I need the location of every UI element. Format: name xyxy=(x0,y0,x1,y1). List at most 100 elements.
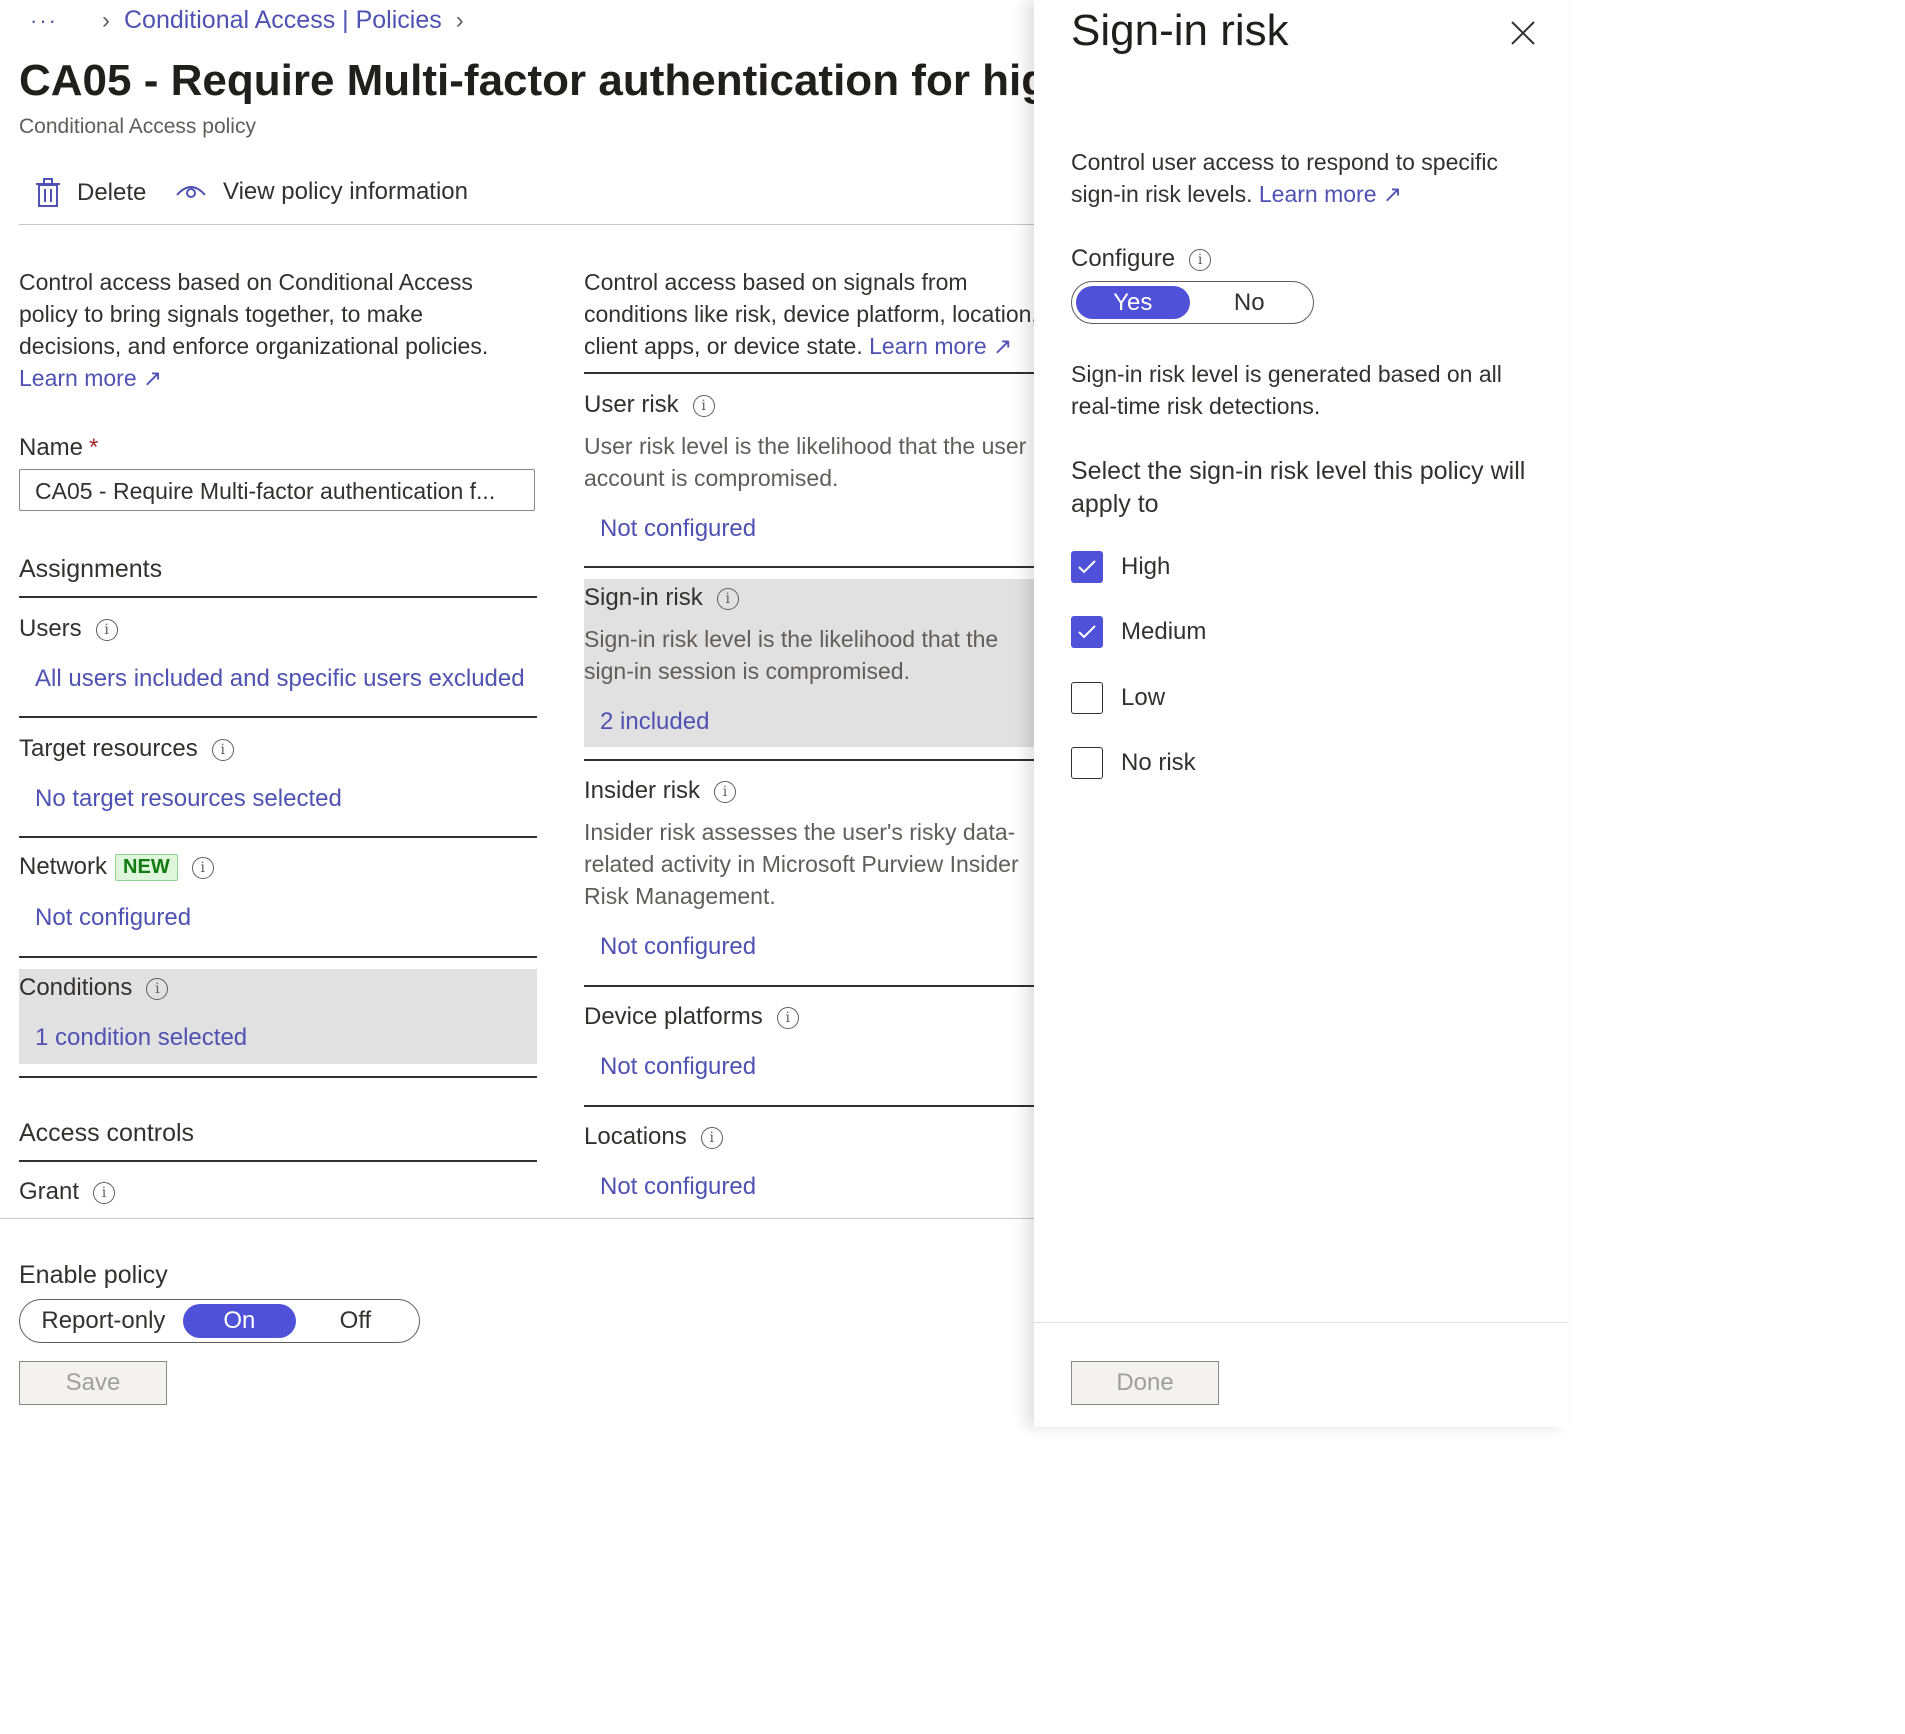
divider xyxy=(584,566,1034,568)
chevron-right-icon: › xyxy=(101,6,110,34)
delete-button[interactable]: Delete xyxy=(35,178,146,208)
grant-label: Grant i xyxy=(19,1178,116,1206)
insider-risk-value-link[interactable]: Not configured xyxy=(600,933,756,961)
select-risk-level-text: Select the sign-in risk level this polic… xyxy=(1071,457,1526,518)
checkbox-unchecked[interactable] xyxy=(1071,747,1103,779)
conditions-value-link[interactable]: 1 condition selected xyxy=(35,1024,247,1052)
divider xyxy=(584,985,1034,987)
footer-divider xyxy=(0,1218,1034,1219)
info-icon[interactable]: i xyxy=(146,977,169,1000)
risk-level-medium-label: Medium xyxy=(1121,618,1207,645)
info-icon[interactable]: i xyxy=(1189,248,1212,271)
policy-description-text: Control access based on Conditional Acce… xyxy=(19,269,489,359)
divider xyxy=(19,836,537,838)
new-badge: NEW xyxy=(115,854,178,882)
policy-description: Control access based on Conditional Acce… xyxy=(19,266,529,394)
risk-level-high-label: High xyxy=(1121,553,1171,580)
eye-icon xyxy=(176,186,206,198)
access-controls-heading: Access controls xyxy=(19,1119,195,1147)
info-icon[interactable]: i xyxy=(714,780,737,803)
signin-risk-label: Sign-in risk i xyxy=(584,584,739,612)
checkbox-checked[interactable] xyxy=(1071,551,1103,583)
user-risk-value-link[interactable]: Not configured xyxy=(600,515,756,543)
external-link-icon: ↗ xyxy=(1382,181,1403,207)
info-icon[interactable]: i xyxy=(95,618,118,641)
locations-label: Locations i xyxy=(584,1123,723,1151)
risk-level-no-risk-checkbox[interactable]: No risk xyxy=(1071,747,1196,779)
risk-level-no-risk-label: No risk xyxy=(1121,749,1196,776)
learn-more-link[interactable]: Learn more ↗ xyxy=(19,365,162,391)
users-label-text: Users xyxy=(19,615,82,642)
configure-yes-option[interactable]: Yes xyxy=(1076,286,1190,319)
trash-icon xyxy=(36,178,60,207)
info-icon[interactable]: i xyxy=(191,856,214,879)
view-policy-info-label: View policy information xyxy=(223,178,469,205)
learn-more-link[interactable]: Learn more ↗ xyxy=(869,333,1012,359)
external-link-icon: ↗ xyxy=(143,365,163,391)
device-platforms-value-link[interactable]: Not configured xyxy=(600,1053,756,1081)
command-bar: Delete View policy information xyxy=(19,168,1034,225)
insider-risk-description: Insider risk assesses the user's risky d… xyxy=(584,819,1019,909)
learn-more-label: Learn more xyxy=(1258,181,1377,207)
signin-risk-description: Sign-in risk level is the likelihood tha… xyxy=(584,626,999,684)
insider-risk-label: Insider risk i xyxy=(584,777,737,805)
breadcrumb-link-policies[interactable]: Conditional Access | Policies xyxy=(124,6,442,35)
breadcrumb: ··· › Conditional Access | Policies › xyxy=(30,6,478,35)
enable-policy-label: Enable policy xyxy=(19,1261,168,1289)
info-icon[interactable]: i xyxy=(692,394,715,417)
conditions-label: Conditions i xyxy=(19,974,169,1002)
info-icon[interactable]: i xyxy=(776,1006,799,1029)
name-input[interactable]: CA05 - Require Multi-factor authenticati… xyxy=(19,469,535,511)
close-icon[interactable] xyxy=(1510,20,1536,46)
assignments-heading: Assignments xyxy=(19,555,163,583)
user-risk-label-text: User risk xyxy=(584,391,679,418)
locations-label-text: Locations xyxy=(584,1123,687,1150)
external-link-icon: ↗ xyxy=(993,333,1013,359)
view-policy-info-button[interactable]: View policy information xyxy=(175,178,468,206)
enable-policy-toggle[interactable]: Report-only On Off xyxy=(19,1299,420,1343)
required-asterisk: * xyxy=(89,434,99,461)
learn-more-link[interactable]: Learn more ↗ xyxy=(1259,181,1402,207)
divider xyxy=(19,956,537,958)
device-platforms-label-text: Device platforms xyxy=(584,1003,763,1030)
users-value-link[interactable]: All users included and specific users ex… xyxy=(35,665,525,693)
learn-more-label: Learn more xyxy=(19,365,137,391)
configure-no-option[interactable]: No xyxy=(1190,286,1309,319)
done-button[interactable]: Done xyxy=(1071,1361,1219,1405)
info-icon[interactable]: i xyxy=(211,738,234,761)
network-label-text: Network xyxy=(19,853,108,880)
target-resources-label-text: Target resources xyxy=(19,735,198,762)
configure-label: Configure i xyxy=(1071,245,1212,273)
users-label: Users i xyxy=(19,615,118,643)
locations-value-link[interactable]: Not configured xyxy=(600,1173,756,1201)
target-resources-value-link[interactable]: No target resources selected xyxy=(35,785,342,813)
checkmark-icon xyxy=(1078,625,1096,639)
info-icon[interactable]: i xyxy=(716,587,739,610)
divider xyxy=(19,596,537,598)
breadcrumb-more-button[interactable]: ··· xyxy=(30,8,58,34)
user-risk-description: User risk level is the likelihood that t… xyxy=(584,433,1027,491)
panel-title: Sign-in risk xyxy=(1071,6,1289,55)
info-icon[interactable]: i xyxy=(93,1181,116,1204)
risk-level-low-checkbox[interactable]: Low xyxy=(1071,682,1165,714)
checkmark-icon xyxy=(1078,560,1096,574)
checkbox-checked[interactable] xyxy=(1071,616,1103,648)
conditions-label-text: Conditions xyxy=(19,974,133,1001)
signin-risk-label-text: Sign-in risk xyxy=(584,584,703,611)
report-only-option[interactable]: Report-only xyxy=(24,1304,183,1338)
risk-level-high-checkbox[interactable]: High xyxy=(1071,551,1170,583)
risk-level-medium-checkbox[interactable]: Medium xyxy=(1071,616,1206,648)
signin-risk-value-link[interactable]: 2 included xyxy=(600,708,709,736)
save-button[interactable]: Save xyxy=(19,1361,167,1405)
network-value-link[interactable]: Not configured xyxy=(35,904,191,932)
configure-toggle[interactable]: Yes No xyxy=(1071,281,1314,324)
off-option[interactable]: Off xyxy=(296,1304,415,1338)
info-icon[interactable]: i xyxy=(700,1126,723,1149)
on-option[interactable]: On xyxy=(182,1304,296,1338)
risk-level-low-label: Low xyxy=(1121,684,1166,711)
policy-editor: ··· › Conditional Access | Policies › CA… xyxy=(0,0,1034,1427)
checkbox-unchecked[interactable] xyxy=(1071,682,1103,714)
name-label: Name xyxy=(19,434,84,461)
panel-intro: Control user access to respond to specif… xyxy=(1071,146,1541,210)
divider xyxy=(19,716,537,718)
